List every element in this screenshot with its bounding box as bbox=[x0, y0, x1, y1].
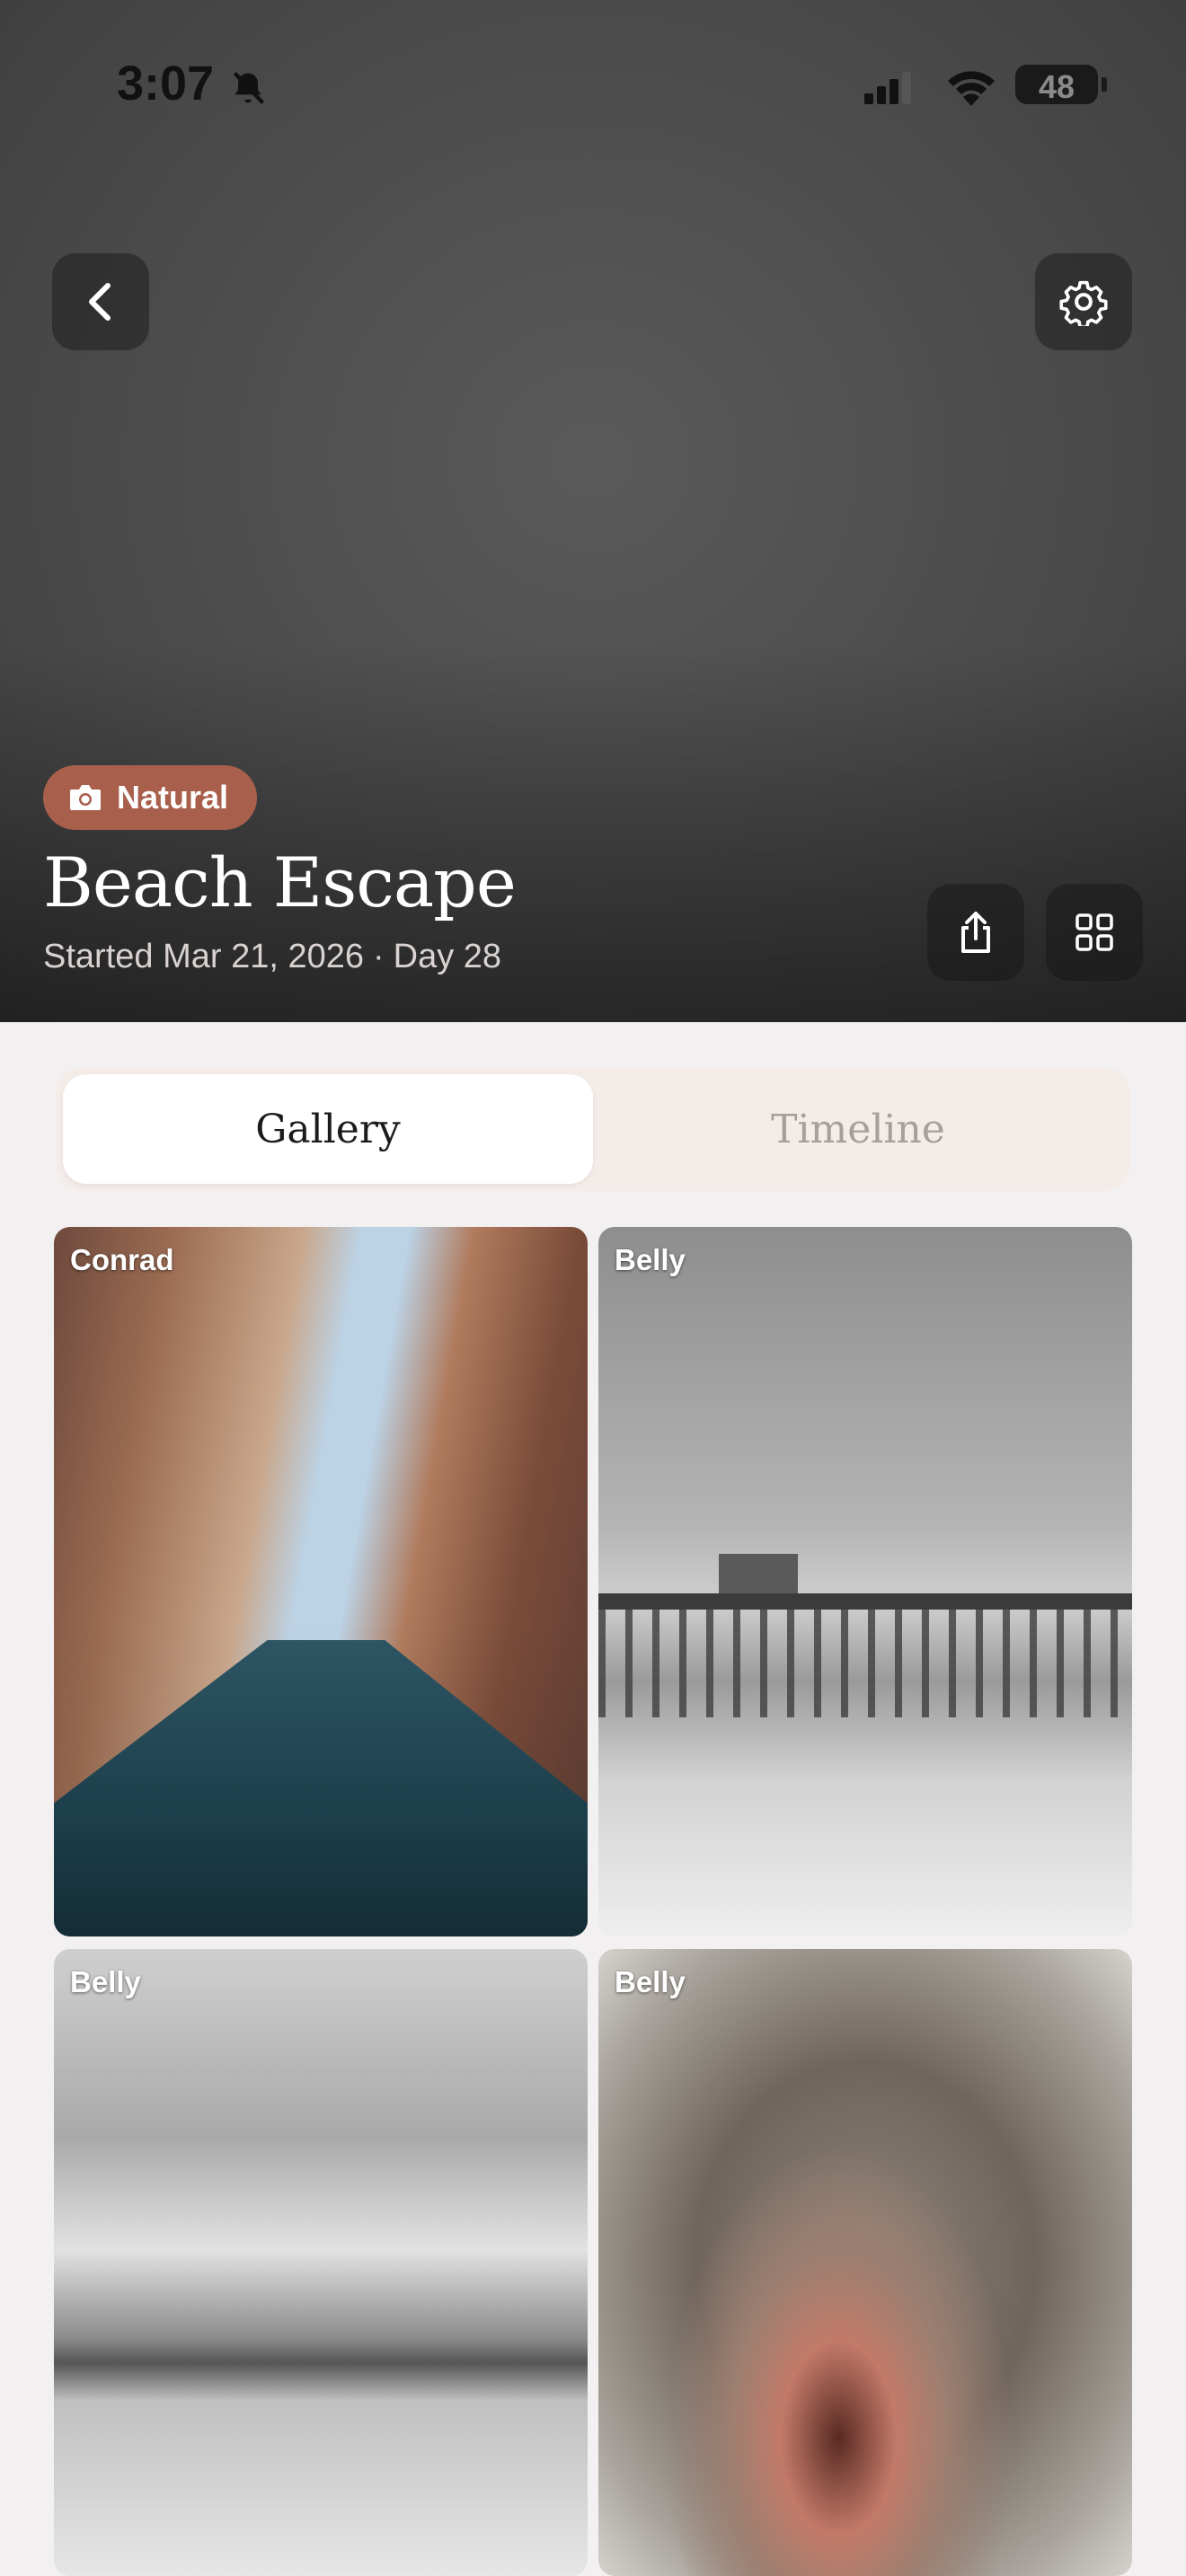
trip-subtitle: Started Mar 21, 2026 · Day 28 bbox=[43, 938, 501, 976]
gear-icon bbox=[1059, 280, 1108, 326]
battery-icon: 48 bbox=[1015, 65, 1098, 105]
badge-label: Natural bbox=[117, 779, 229, 816]
share-icon bbox=[961, 912, 990, 953]
started-date: Started Mar 21, 2026 bbox=[43, 938, 364, 975]
layout-grid-button[interactable] bbox=[1046, 884, 1143, 981]
wifi-icon bbox=[945, 66, 997, 106]
subtitle-separator: · bbox=[373, 938, 385, 975]
photo-pier bbox=[598, 1593, 1132, 1610]
status-time: 3:07 bbox=[117, 57, 215, 110]
gallery-photo[interactable]: Belly bbox=[598, 1949, 1132, 2576]
grid-icon bbox=[1075, 913, 1113, 951]
photo-author: Conrad bbox=[70, 1243, 174, 1276]
camera-icon bbox=[70, 785, 101, 810]
gallery-photo[interactable]: Conrad bbox=[54, 1227, 588, 1936]
gallery-photo[interactable]: Belly bbox=[54, 1949, 588, 2576]
battery-level: 48 bbox=[1038, 68, 1075, 105]
bell-muted-icon bbox=[228, 68, 268, 108]
tab-gallery[interactable]: Gallery bbox=[63, 1074, 593, 1184]
cellular-signal-icon bbox=[864, 72, 911, 104]
chevron-left-icon bbox=[89, 283, 111, 321]
back-button[interactable] bbox=[52, 253, 149, 350]
photo-author: Belly bbox=[615, 1243, 686, 1276]
gallery-photo[interactable]: Belly bbox=[598, 1227, 1132, 1936]
photo-author: Belly bbox=[615, 1965, 686, 1998]
day-count: Day 28 bbox=[393, 938, 502, 975]
photo-pier-house bbox=[719, 1554, 798, 1593]
photo-pier-posts bbox=[598, 1610, 1132, 1717]
tab-timeline[interactable]: Timeline bbox=[593, 1074, 1123, 1184]
view-segmented-control: Gallery Timeline bbox=[56, 1067, 1130, 1191]
status-bar: 3:07 48 bbox=[0, 0, 1186, 171]
photo-author: Belly bbox=[70, 1965, 141, 1998]
page-title: Beach Escape bbox=[43, 842, 517, 922]
share-button[interactable] bbox=[927, 884, 1024, 981]
battery-tip bbox=[1102, 77, 1107, 92]
photo-street bbox=[54, 1640, 588, 1936]
settings-button[interactable] bbox=[1035, 253, 1132, 350]
photo-style-badge: Natural bbox=[43, 765, 258, 830]
